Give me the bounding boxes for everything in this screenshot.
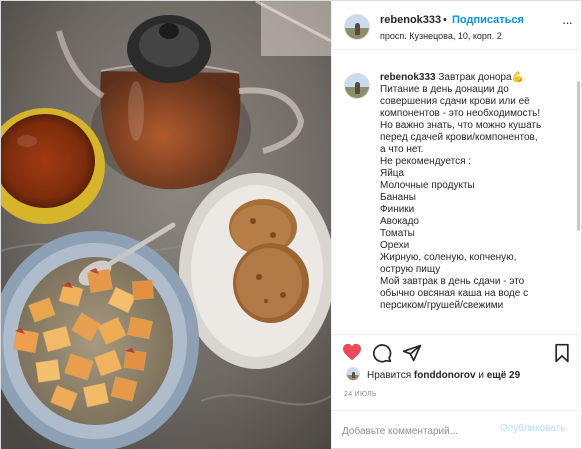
caption-line: Бананы (380, 192, 416, 203)
comment-input[interactable] (342, 422, 492, 440)
post-caption: rebenok333 Завтрак донора💪 Питание в ден… (380, 72, 578, 312)
post-details-panel: rebenok333 • Подписаться просп. Кузнецов… (331, 1, 582, 449)
caption-line: совершения сдачи крови или её (380, 96, 530, 107)
caption-line: Авокадо (380, 216, 419, 227)
follow-button[interactable]: Подписаться (452, 14, 524, 26)
caption-line: компонентов - это необходимость! (380, 108, 541, 119)
caption-line: Томаты (380, 228, 415, 239)
post-photo[interactable] (1, 1, 331, 449)
caption-line: Финики (380, 204, 415, 215)
comments-area[interactable]: rebenok333 Завтрак донора💪 Питание в ден… (332, 51, 582, 334)
caption-first-line: rebenok333 Завтрак донора💪 (380, 72, 578, 84)
comment-icon[interactable] (372, 343, 392, 363)
author-avatar[interactable] (344, 14, 370, 40)
author-username[interactable]: rebenok333 (380, 14, 441, 26)
post-date[interactable]: 24 ИЮЛЬ (344, 391, 377, 398)
bookmark-icon[interactable] (554, 343, 570, 363)
liker-username[interactable]: fonddonorov (414, 370, 476, 381)
caption-author-avatar[interactable] (344, 73, 370, 99)
comments-scrollbar[interactable] (577, 81, 580, 231)
caption-line: Яйца (380, 168, 405, 179)
add-comment-bar: Опубликовать (332, 410, 582, 449)
caption-line: Не рекомендуется : (380, 156, 472, 167)
publish-button[interactable]: Опубликовать (500, 423, 565, 434)
breakfast-photo-image (1, 1, 331, 449)
instagram-post: rebenok333 • Подписаться просп. Кузнецов… (0, 0, 582, 449)
caption-line: острую пищу (380, 264, 441, 275)
caption-line: а что нет. (380, 144, 424, 155)
caption-username[interactable]: rebenok333 (380, 72, 436, 83)
likes-count-link[interactable]: ещё 29 (487, 370, 520, 381)
post-header: rebenok333 • Подписаться просп. Кузнецов… (332, 1, 582, 50)
liker-avatar[interactable] (346, 367, 360, 381)
caption-line: Но важно знать, что можно кушать (380, 120, 542, 131)
likes-prefix: Нравится (367, 370, 414, 381)
more-options-icon[interactable]: ··· (562, 15, 573, 30)
caption-first-line-text: Завтрак донора💪 (435, 72, 524, 83)
caption-line: Орехи (380, 240, 410, 251)
caption-line: Питание в день донации до (380, 84, 509, 95)
likes-middle: и (475, 370, 487, 381)
caption-line: Молочные продукты (380, 180, 475, 191)
caption-line: Жирную, соленую, копченую, (380, 252, 517, 263)
post-actions (332, 334, 582, 364)
caption-line: Мой завтрак в день сдачи - это (380, 276, 525, 287)
separator-dot: • (443, 14, 447, 26)
likes-text: Нравится fonddonorov и ещё 29 (367, 370, 520, 381)
heart-icon[interactable] (342, 343, 362, 361)
caption-line: персиком/грушей/свежими (380, 300, 504, 311)
likes-row: Нравится fonddonorov и ещё 29 (332, 364, 582, 388)
post-location[interactable]: просп. Кузнецова, 10, корп. 2 (380, 31, 502, 41)
share-icon[interactable] (402, 343, 422, 363)
caption-line: обычно овсяная каша на воде с (380, 288, 529, 299)
caption-line: перед сдачей крови/компонентов, (380, 132, 538, 143)
